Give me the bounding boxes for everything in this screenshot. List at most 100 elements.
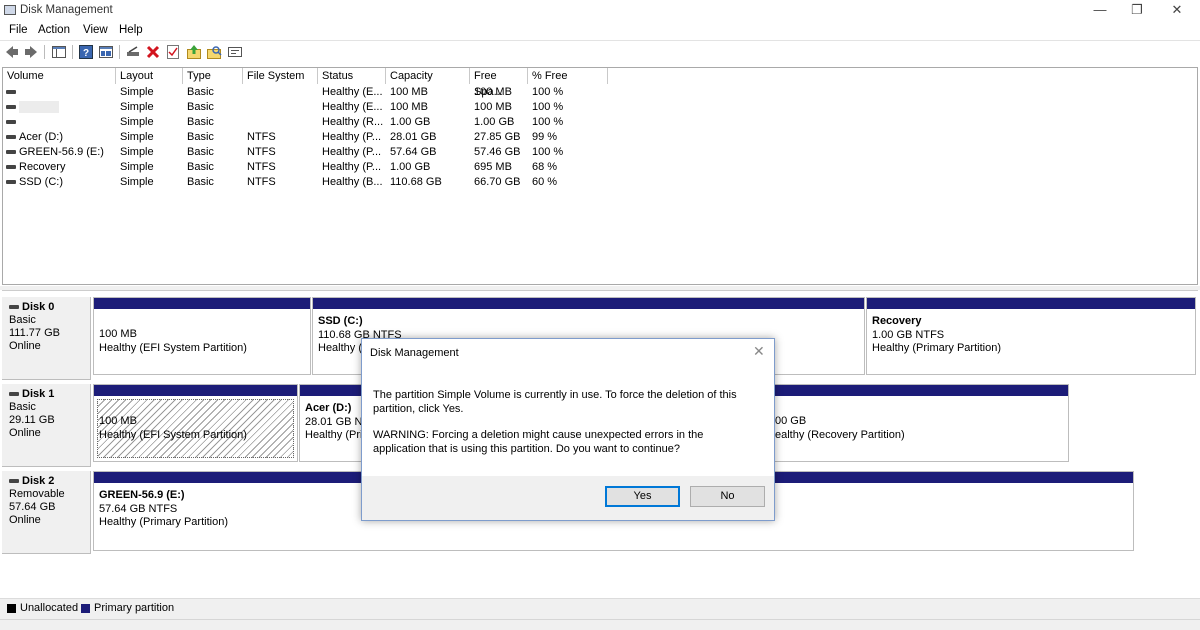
table-row[interactable]: Recovery Simple Basic NTFS Healthy (P... 1.00… xyxy=(3,160,1193,175)
menu-view[interactable]: View xyxy=(83,24,108,36)
dialog-title: Disk Management xyxy=(370,347,459,359)
toolbar-separator xyxy=(119,45,120,59)
partition-disk1-recovery[interactable]: 00 GB ealthy (Recovery Partition) xyxy=(774,384,1069,462)
volume-list[interactable]: Volume Layout Type File System Status Ca… xyxy=(2,67,1198,285)
disk-list-icon[interactable] xyxy=(98,44,114,60)
cell-layout: Simple xyxy=(120,115,183,130)
cell-text: Basic xyxy=(187,101,214,113)
cell-pct: 60 % xyxy=(532,175,608,190)
close-window-button[interactable]: ✕ xyxy=(1162,2,1192,18)
column-header-status[interactable]: Status xyxy=(318,68,386,84)
partition-size: 28.01 GB NT xyxy=(305,415,370,428)
disk-0-type: Basic xyxy=(9,314,36,326)
maximize-button[interactable]: ❐ xyxy=(1122,2,1152,18)
settings-icon[interactable] xyxy=(227,44,243,60)
cell-fs: NTFS xyxy=(247,160,318,175)
partition-disk0-recovery[interactable]: Recovery 1.00 GB NTFS Healthy (Primary P… xyxy=(866,297,1196,375)
cell-text: NTFS xyxy=(247,161,276,173)
cell-text: Recovery xyxy=(19,161,66,173)
cell-status: Healthy (P... xyxy=(322,130,386,145)
partition-disk0-efi[interactable]: 100 MB Healthy (EFI System Partition) xyxy=(93,297,311,375)
cell-type: Basic xyxy=(187,175,243,190)
cell-text: Basic xyxy=(187,161,214,173)
cell-text: 100 % xyxy=(532,86,564,98)
column-header-file-system[interactable]: File System xyxy=(243,68,318,84)
cell-status: Healthy (E... xyxy=(322,100,386,115)
partition-disk1-efi[interactable]: 100 MB Healthy (EFI System Partition) xyxy=(93,384,298,462)
cell-text: Healthy (P... xyxy=(322,131,382,143)
cell-type: Basic xyxy=(187,130,243,145)
table-row[interactable]: SSD (C:) Simple Basic NTFS Healthy (B... 110.… xyxy=(3,175,1193,190)
disk-management-app-icon xyxy=(4,5,16,15)
cell-fs: NTFS xyxy=(247,130,318,145)
table-row[interactable]: Simple Basic Healthy (E... 100 MB 100 MB 100 … xyxy=(3,100,1193,115)
table-row[interactable]: Simple Basic Healthy (E... 100 MB 100 MB 100 … xyxy=(3,85,1193,100)
confirm-delete-dialog: Disk Management ✕ The partition Simple V… xyxy=(361,338,775,521)
cell-volume xyxy=(3,100,116,115)
forward-icon[interactable] xyxy=(23,44,39,60)
cell-text: 28.01 GB xyxy=(390,131,437,143)
column-header-capacity[interactable]: Capacity xyxy=(386,68,470,84)
column-header-type[interactable]: Type xyxy=(183,68,243,84)
properties-icon[interactable] xyxy=(165,44,181,60)
cell-fs xyxy=(247,100,318,115)
partition-status: Healthy (EFI System Partition) xyxy=(99,428,247,441)
cell-text: Simple xyxy=(120,146,154,158)
menu-action[interactable]: Action xyxy=(38,24,70,36)
volume-drive-icon xyxy=(6,105,16,110)
cell-capacity: 1.00 GB xyxy=(390,160,470,175)
partition-title: SSD (C:) xyxy=(318,315,363,327)
column-header-percent-free[interactable]: % Free xyxy=(528,68,608,84)
dialog-footer: Yes No xyxy=(362,476,774,520)
console-tree-icon[interactable] xyxy=(51,44,67,60)
dialog-close-icon[interactable]: ✕ xyxy=(753,343,765,360)
partition-bar xyxy=(94,385,297,396)
cell-text: 110.68 GB xyxy=(390,176,442,188)
disk-1-state: Online xyxy=(9,427,41,439)
column-header-layout[interactable]: Layout xyxy=(116,68,183,84)
partition-size: 100 MB xyxy=(99,328,137,340)
cell-volume: SSD (C:) xyxy=(3,175,116,190)
menu-help[interactable]: Help xyxy=(119,24,143,36)
dialog-message: The partition Simple Volume is currently… xyxy=(373,389,737,415)
minimize-button[interactable]: — xyxy=(1085,2,1115,18)
column-header-free-space[interactable]: Free Spa... xyxy=(470,68,528,98)
cell-layout: Simple xyxy=(120,130,183,145)
import-icon[interactable] xyxy=(186,44,202,60)
yes-button[interactable]: Yes xyxy=(605,486,680,507)
back-icon[interactable] xyxy=(4,44,20,60)
menu-bar: File Action View Help xyxy=(0,21,1200,39)
no-button[interactable]: No xyxy=(690,486,765,507)
rescan-icon[interactable] xyxy=(206,44,222,60)
cell-status: Healthy (P... xyxy=(322,160,386,175)
table-row[interactable]: Acer (D:) Simple Basic NTFS Healthy (P... 28.… xyxy=(3,130,1193,145)
partition-title: GREEN-56.9 (E:) xyxy=(99,489,185,501)
disk-0-info[interactable]: Disk 0 Basic 111.77 GB Online xyxy=(2,297,91,380)
delete-icon[interactable] xyxy=(145,44,161,60)
disk-2-size: 57.64 GB xyxy=(9,501,56,513)
cell-text: 57.64 GB xyxy=(390,146,437,158)
column-header-volume[interactable]: Volume xyxy=(3,68,116,84)
disk-1-info[interactable]: Disk 1 Basic 29.11 GB Online xyxy=(2,384,91,467)
title-bar: Disk Management — ❐ ✕ xyxy=(0,0,1200,20)
cell-text: Acer (D:) xyxy=(19,131,63,143)
disk-2-info[interactable]: Disk 2 Removable 57.64 GB Online xyxy=(2,471,91,554)
cell-pct: 100 % xyxy=(532,115,608,130)
help-icon[interactable]: ? xyxy=(78,44,94,60)
table-row[interactable]: Simple Basic Healthy (R... 1.00 GB 1.00 GB 10… xyxy=(3,115,1193,130)
cell-text: 57.46 GB xyxy=(474,146,521,158)
svg-text:?: ? xyxy=(83,48,89,59)
cell-status: Healthy (E... xyxy=(322,85,386,100)
cell-text: 100 % xyxy=(532,116,564,128)
connect-icon[interactable] xyxy=(125,44,141,60)
toolbar-separator xyxy=(44,45,45,59)
table-row[interactable]: GREEN-56.9 (E:) Simple Basic NTFS Healthy (P… xyxy=(3,145,1193,160)
cell-pct: 68 % xyxy=(532,160,608,175)
partition-status: Healthy (EFI System Partition) xyxy=(99,341,247,354)
cell-status: Healthy (R... xyxy=(322,115,386,130)
menu-file[interactable]: File xyxy=(9,24,28,36)
cell-text: 100 % xyxy=(532,146,564,158)
cell-volume: GREEN-56.9 (E:) xyxy=(3,145,116,160)
disk-2-name: Disk 2 xyxy=(2,471,90,488)
partition-status: ealthy (Recovery Partition) xyxy=(775,428,905,441)
